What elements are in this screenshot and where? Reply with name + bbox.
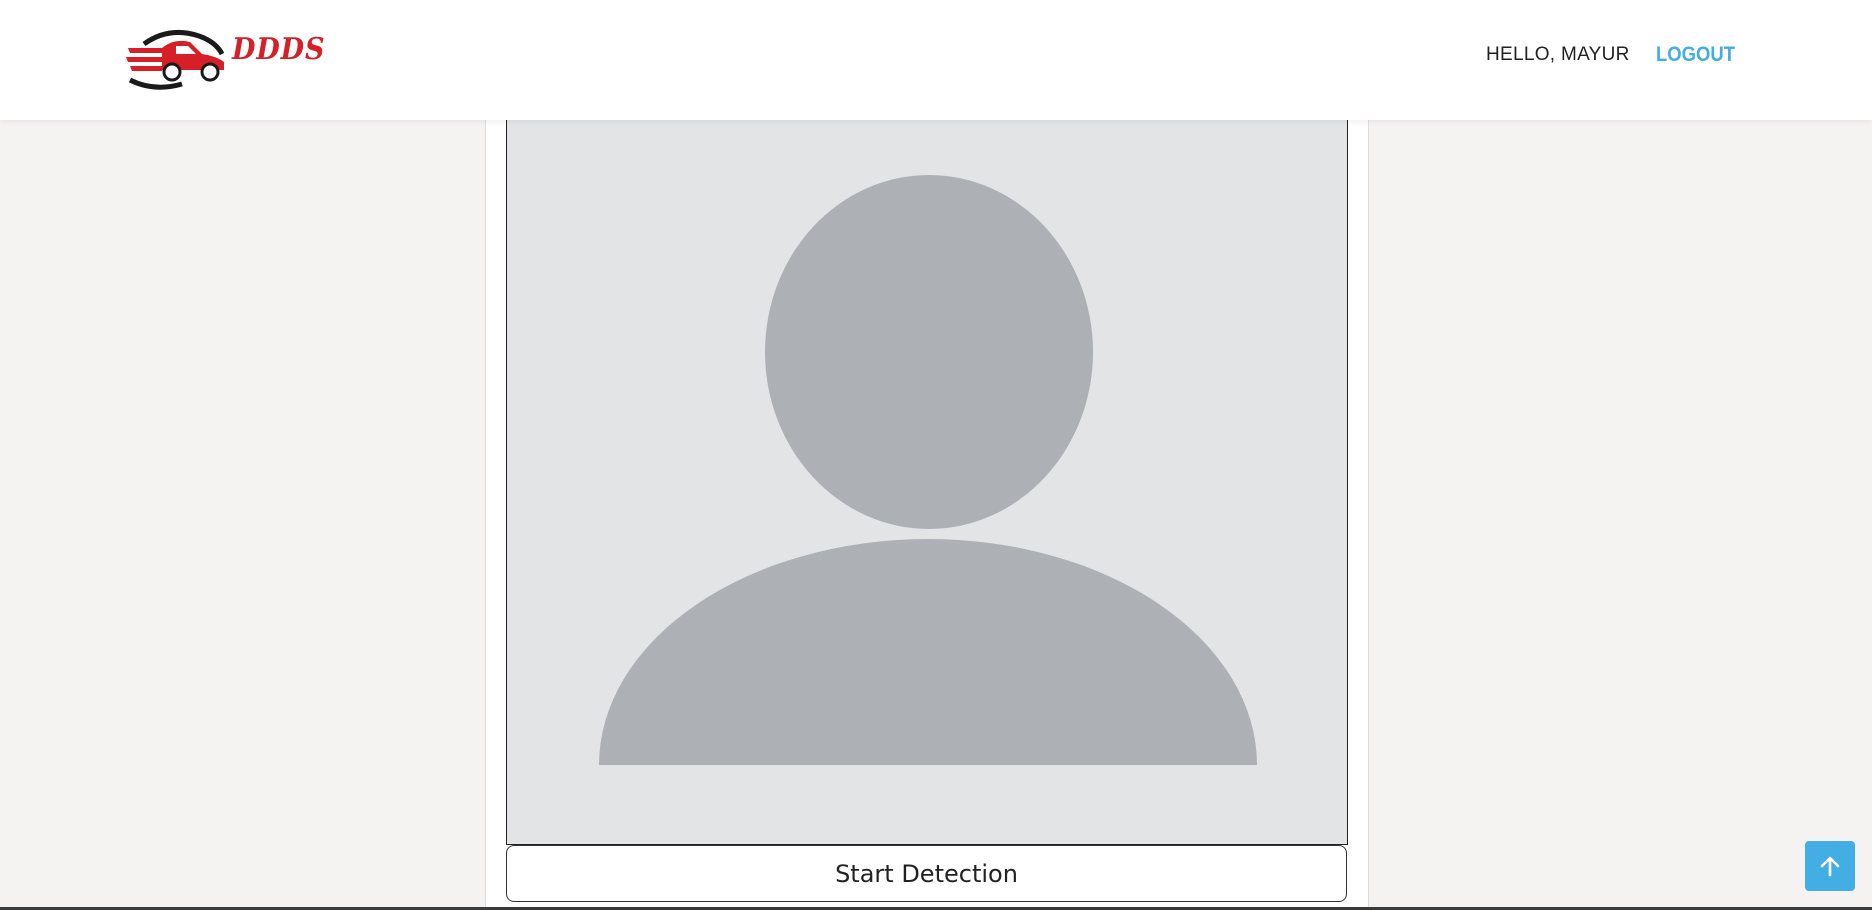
brand-logo[interactable]: DDDS <box>124 24 324 90</box>
user-avatar-head-icon <box>765 175 1093 529</box>
user-greeting: HELLO, MAYUR <box>1486 44 1630 65</box>
scroll-to-top-button[interactable] <box>1805 841 1855 891</box>
start-detection-button[interactable]: Start Detection <box>506 845 1347 902</box>
car-logo-icon <box>126 29 225 90</box>
user-avatar-body-icon <box>599 539 1257 765</box>
camera-preview-placeholder <box>506 120 1348 845</box>
navbar: DDDS HELLO, MAYUR LOGOUT <box>0 0 1872 120</box>
logout-link[interactable]: LOGOUT <box>1656 43 1735 67</box>
arrow-up-icon <box>1820 856 1840 877</box>
brand-logo-text: DDDS <box>232 32 326 67</box>
